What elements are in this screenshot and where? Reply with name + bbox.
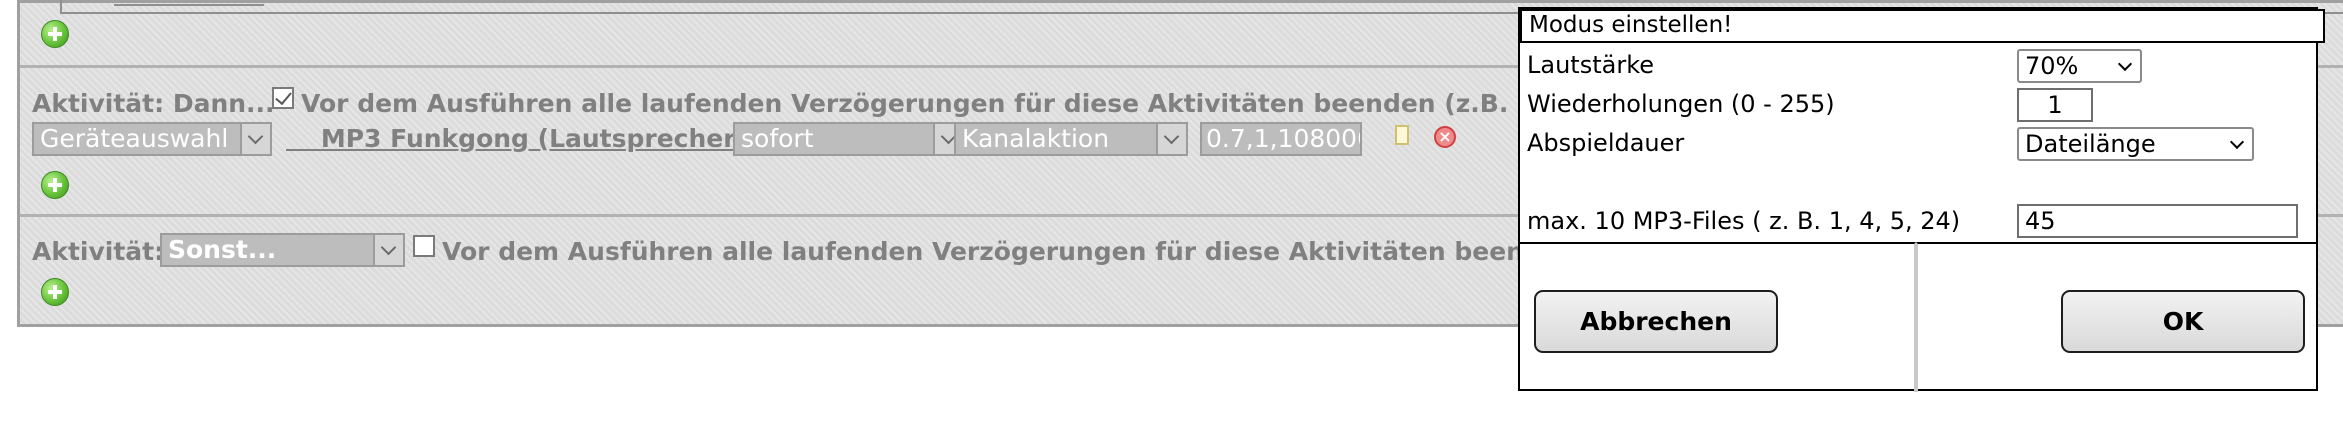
cancel-button-area: Abbrechen: [1520, 242, 1916, 392]
note-icon[interactable]: [1395, 125, 1409, 145]
volume-label: Lautstärke: [1527, 51, 1654, 79]
stop-delays-checkbox[interactable]: [272, 87, 294, 109]
activity-label: Aktivität: Dann...: [32, 89, 275, 118]
mp3-files-label: max. 10 MP3-Files ( z. B. 1, 4, 5, 24): [1527, 207, 1961, 235]
device-select[interactable]: Geräteauswahl: [32, 122, 272, 156]
mp3-device-link-label: MP3 Funkgong (Lautsprecher): [320, 124, 748, 153]
ok-button[interactable]: OK: [2061, 290, 2305, 353]
channel-action-select[interactable]: Kanalaktion: [954, 122, 1188, 156]
repeat-label: Wiederholungen (0 - 255): [1527, 90, 1835, 118]
delete-icon[interactable]: ×: [1434, 126, 1456, 148]
mp3-device-link[interactable]: MP3 Funkgong (Lautsprecher): [286, 124, 747, 154]
top-stub-field: [114, 0, 264, 6]
duration-select[interactable]: Dateilänge: [2017, 127, 2254, 161]
timing-select[interactable]: sofort: [733, 122, 965, 156]
activity-label: Aktivität:: [32, 237, 165, 266]
chevron-down-icon: [2229, 134, 2245, 150]
duration-select-value: Dateilänge: [2025, 130, 2156, 158]
repeat-input[interactable]: 1: [2017, 88, 2093, 122]
stop-delays-text: Vor dem Ausführen alle laufenden Verzöge…: [442, 237, 1577, 266]
add-action-icon[interactable]: [41, 171, 69, 199]
chevron-down-icon: [240, 124, 270, 154]
add-activity-icon[interactable]: [41, 20, 69, 48]
chevron-down-icon: [2117, 56, 2133, 72]
mode-dialog: Modus einstellen! Lautstärke 70% Wiederh…: [1518, 7, 2325, 392]
activity-type-select[interactable]: Sonst...: [160, 233, 405, 267]
mp3-files-input[interactable]: 45: [2017, 204, 2298, 238]
dialog-title: Modus einstellen!: [1520, 9, 2325, 43]
duration-label: Abspieldauer: [1527, 129, 1685, 157]
cancel-button[interactable]: Abbrechen: [1534, 290, 1778, 353]
ok-button-area: OK: [1916, 242, 2316, 392]
device-select-value: Geräteauswahl: [40, 124, 229, 153]
channel-action-select-value: Kanalaktion: [962, 124, 1110, 153]
stop-delays-text: Vor dem Ausführen alle laufenden Verzöge…: [301, 89, 1578, 118]
volume-select[interactable]: 70%: [2017, 49, 2142, 83]
channel-value-field[interactable]: 0.7,1,108000: [1200, 122, 1362, 156]
stop-delays-checkbox[interactable]: [413, 235, 435, 257]
add-action-icon[interactable]: [41, 278, 69, 306]
chevron-down-icon: [1156, 124, 1186, 154]
volume-select-value: 70%: [2025, 52, 2079, 80]
activity-type-select-value: Sonst...: [168, 235, 277, 264]
chevron-down-icon: [373, 235, 403, 265]
timing-select-value: sofort: [741, 124, 814, 153]
